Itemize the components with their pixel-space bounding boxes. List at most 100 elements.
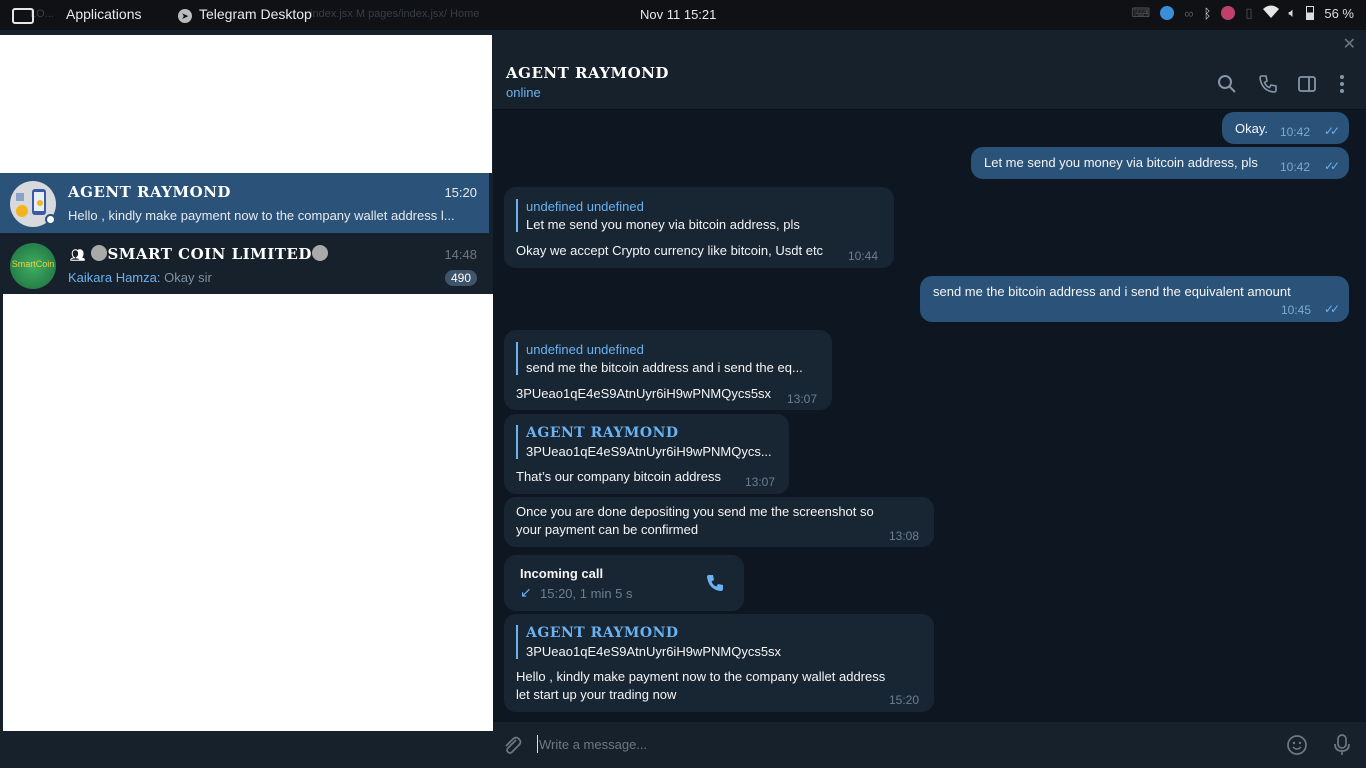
unread-badge: 490 [444, 270, 477, 286]
chat-item-smart-coin-limited[interactable]: SmartCoin 👥︎ SMART COIN LIMITED 14:48 Ka… [0, 235, 489, 295]
panel-icon[interactable]: ▯ [1245, 5, 1252, 21]
reply-text: send me the bitcoin address and i send t… [526, 360, 803, 375]
message-text-line1: Once you are done depositing you send me… [516, 504, 874, 519]
chat-name-row: 👥︎ SMART COIN LIMITED [70, 245, 328, 263]
reply-author: AGENT RAYMOND [526, 425, 679, 441]
reply-quote[interactable]: AGENT RAYMOND 3PUeao1qE4eS9AtnUyr6iH9wPN… [516, 425, 772, 459]
conversation-panel: ✕ AGENT RAYMOND online Okay. 10:42 ✓✓ Le… [493, 30, 1366, 768]
chat-time: 14:48 [444, 247, 477, 262]
message-time: 13:07 [787, 392, 818, 406]
phone-icon[interactable] [1257, 73, 1279, 95]
message-time: 10:42 [1280, 125, 1311, 139]
message-outgoing[interactable]: send me the bitcoin address and i send t… [920, 276, 1349, 322]
reply-quote[interactable]: AGENT RAYMOND 3PUeao1qE4eS9AtnUyr6iH9wPN… [516, 625, 781, 659]
reply-text: 3PUeao1qE4eS9AtnUyr6iH9wPNMQycs5sx [526, 644, 782, 659]
message-text-line1: Hello , kindly make payment now to the c… [516, 669, 886, 684]
reply-author: AGENT RAYMOND [526, 625, 679, 641]
message-time: 10:42 [1280, 160, 1311, 174]
call-message[interactable]: Incoming call ↙ 15:20, 1 min 5 s [504, 555, 744, 611]
message-text: That’s our company bitcoin address [516, 469, 721, 484]
message-incoming[interactable]: AGENT RAYMOND 3PUeao1qE4eS9AtnUyr6iH9wPN… [504, 414, 789, 494]
reply-text: 3PUeao1qE4eS9AtnUyr6iH9wPNMQycs... [526, 444, 772, 459]
message-input[interactable]: Write a message... [539, 737, 647, 752]
battery-percent: 56 % [1324, 5, 1354, 21]
microphone-icon[interactable] [1331, 733, 1353, 757]
chat-preview: Kaikara Hamza: Okay sir [68, 270, 478, 285]
message-outgoing[interactable]: Okay. 10:42 ✓✓ [1222, 112, 1349, 144]
message-text: Okay. [1235, 121, 1268, 136]
link-icon[interactable]: ∞ [1184, 6, 1193, 21]
group-icon: 👥︎ [70, 248, 86, 262]
chat-preview-text: Okay sir [164, 270, 212, 285]
message-time: 10:44 [848, 249, 879, 263]
browser-icon[interactable] [1160, 6, 1175, 20]
chat-preview-sender: Kaikara Hamza: [68, 270, 161, 285]
battery-icon[interactable] [1306, 6, 1315, 20]
message-composer[interactable]: Write a message... [493, 722, 1366, 768]
reply-quote[interactable]: undefined undefined Let me send you mone… [516, 199, 800, 232]
search-icon[interactable] [1216, 73, 1238, 95]
read-checkmarks-icon: ✓✓ [1324, 159, 1340, 173]
reply-text: Let me send you money via bitcoin addres… [526, 217, 800, 232]
reply-author: undefined undefined [526, 199, 644, 214]
call-title: Incoming call [520, 566, 604, 581]
message-text: Let me send you money via bitcoin addres… [984, 155, 1258, 170]
online-indicator [45, 214, 56, 225]
message-incoming[interactable]: undefined undefined send me the bitcoin … [504, 330, 832, 410]
message-time: 13:08 [889, 529, 920, 543]
message-text-line2: your payment can be confirmed [516, 522, 699, 537]
system-tray: ⌨ ∞ ᛒ ▯ 🔈︎ 56 % [1132, 5, 1354, 21]
chat-time: 15:20 [444, 185, 477, 200]
blank-area-bottom [3, 294, 493, 731]
blank-area-top [0, 35, 492, 173]
coin-emoji-icon [311, 245, 328, 261]
reply-author: undefined undefined [526, 342, 644, 357]
attach-icon[interactable] [501, 734, 523, 756]
active-window-title[interactable]: Telegram Desktop [199, 6, 312, 22]
ghost-tabs-text: index.jsx M pages/index.jsx/ Home [310, 8, 480, 20]
chat-title[interactable]: AGENT RAYMOND [506, 64, 669, 82]
message-time: 10:45 [1281, 303, 1312, 317]
applications-menu[interactable]: Applications [66, 6, 142, 22]
clock[interactable]: Nov 11 15:21 [640, 7, 716, 22]
message-text: Okay we accept Crypto currency like bitc… [516, 243, 824, 258]
avatar: SmartCoin [10, 243, 56, 289]
close-icon[interactable]: ✕ [1343, 34, 1356, 54]
applications-icon[interactable] [12, 8, 34, 24]
emoji-icon[interactable] [1286, 734, 1308, 756]
bluetooth-icon[interactable]: ᛒ [1204, 6, 1212, 21]
message-incoming[interactable]: AGENT RAYMOND 3PUeao1qE4eS9AtnUyr6iH9wPN… [504, 614, 934, 712]
clipboard-icon[interactable]: ⌨ [1132, 5, 1151, 21]
message-incoming[interactable]: Once you are done depositing you send me… [504, 497, 934, 547]
volume-icon[interactable]: 🔈︎ [1289, 5, 1297, 21]
chat-header[interactable]: AGENT RAYMOND online [493, 56, 1366, 110]
message-text: send me the bitcoin address and i send t… [933, 284, 1291, 299]
telegram-icon: ➤ [178, 9, 192, 23]
more-options-icon[interactable] [1331, 73, 1353, 95]
chat-name: SMART COIN LIMITED [107, 245, 312, 263]
message-time: 13:07 [745, 475, 776, 489]
system-top-bar: LO... index.jsx M pages/index.jsx/ Home … [0, 0, 1366, 30]
coin-emoji-icon [91, 245, 108, 261]
text-caret [537, 735, 538, 753]
message-outgoing[interactable]: Let me send you money via bitcoin addres… [971, 147, 1349, 179]
chat-item-agent-raymond[interactable]: AGENT RAYMOND 15:20 Hello , kindly make … [0, 173, 489, 233]
wifi-icon[interactable] [1262, 5, 1279, 21]
chat-status: online [506, 85, 541, 100]
chat-name: AGENT RAYMOND [68, 183, 231, 201]
message-text-line2: let start up your trading now [516, 687, 677, 702]
message-time: 15:20 [889, 693, 920, 707]
incoming-arrow-icon: ↙ [520, 584, 532, 600]
read-checkmarks-icon: ✓✓ [1324, 124, 1340, 138]
message-text: 3PUeao1qE4eS9AtnUyr6iH9wPNMQycs5sx [516, 386, 772, 401]
message-incoming[interactable]: undefined undefined Let me send you mone… [504, 187, 894, 268]
panel-top-strip [493, 30, 1366, 56]
sidebar-toggle-icon[interactable] [1296, 73, 1318, 95]
avatar-logo-text: SmartCoin [11, 259, 55, 269]
chat-preview: Hello , kindly make payment now to the c… [68, 208, 455, 223]
call-details: 15:20, 1 min 5 s [540, 586, 633, 601]
call-back-phone-icon[interactable] [704, 572, 726, 594]
read-checkmarks-icon: ✓✓ [1324, 302, 1340, 316]
color-picker-icon[interactable] [1221, 6, 1236, 20]
reply-quote[interactable]: undefined undefined send me the bitcoin … [516, 342, 803, 375]
